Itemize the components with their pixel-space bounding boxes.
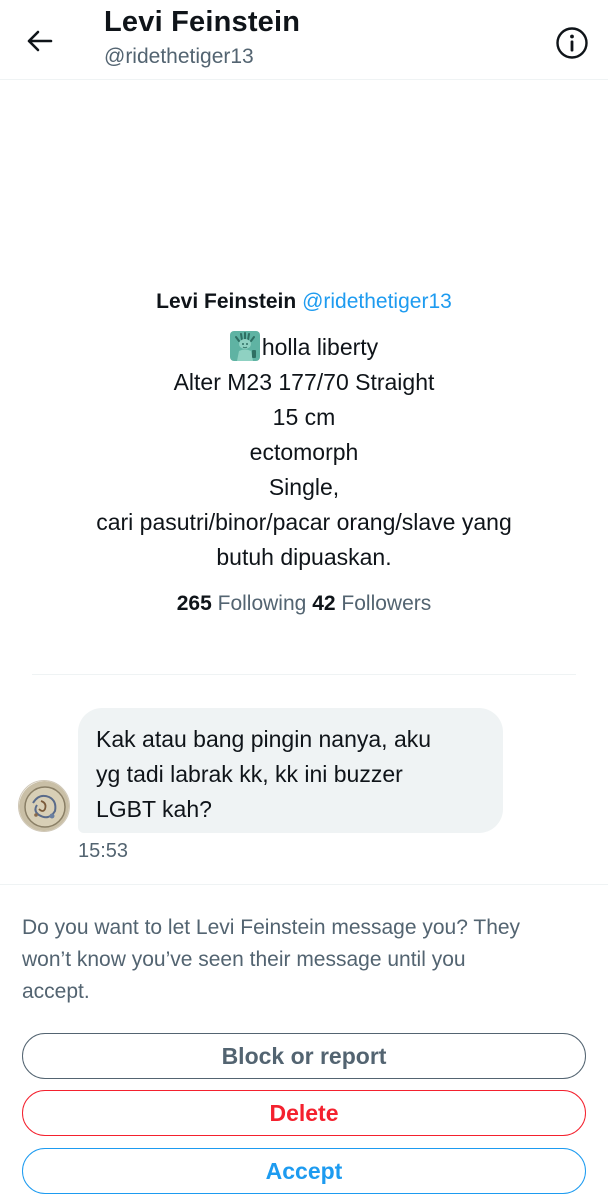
message-timestamp: 15:53	[78, 840, 129, 862]
bio-line: Alter M23 177/70 Straight	[173, 369, 435, 395]
back-button[interactable]	[22, 26, 58, 56]
bio-line: butuh dipuaskan.	[216, 544, 392, 570]
profile-bio: holla liberty Alter M23 177/70 Straight …	[0, 330, 608, 575]
message-request-prompt: Do you want to let Levi Feinstein messag…	[22, 912, 586, 1008]
avatar-image	[19, 781, 69, 831]
conversation-header: Levi Feinstein @ridethetiger13	[0, 0, 608, 80]
prompt-line: Do you want to let Levi Feinstein messag…	[22, 916, 521, 939]
message-bubble[interactable]: Kak atau bang pingin nanya, aku yg tadi …	[78, 708, 503, 833]
bio-line: Single,	[268, 474, 340, 500]
prompt-line: won’t know you’ve seen their message unt…	[22, 948, 466, 971]
info-circle-icon	[556, 27, 588, 59]
bio-text-1: holla liberty	[261, 334, 379, 360]
profile-name: Levi Feinstein	[156, 290, 297, 313]
divider	[0, 884, 608, 885]
arrow-left-icon	[27, 30, 53, 52]
message-text-line: yg tadi labrak kk, kk ini buzzer	[96, 761, 403, 787]
bio-line: 15 cm	[272, 404, 336, 430]
bio-line: cari pasutri/binor/pacar orang/slave yan…	[96, 509, 512, 535]
follow-stats: 265 Following 42 Followers	[0, 589, 608, 619]
followers-link[interactable]: 42 Followers	[312, 592, 431, 615]
following-label: Following	[217, 592, 307, 615]
message-text-line: Kak atau bang pingin nanya, aku	[96, 726, 432, 752]
delete-button[interactable]: Delete	[22, 1090, 586, 1136]
following-count: 265	[176, 592, 212, 615]
followers-count: 42	[312, 592, 336, 615]
bio-line: ectomorph	[249, 439, 359, 465]
header-title: Levi Feinstein	[104, 6, 301, 38]
sender-avatar[interactable]	[18, 780, 70, 832]
header-handle: @ridethetiger13	[104, 45, 254, 68]
following-link[interactable]: 265 Following	[177, 592, 307, 615]
info-button[interactable]	[555, 26, 589, 60]
profile-name-line[interactable]: Levi Feinstein @ridethetiger13	[0, 286, 608, 318]
block-or-report-button[interactable]: Block or report	[22, 1033, 586, 1079]
message-text-line: LGBT kah?	[96, 796, 212, 822]
profile-handle: @ridethetiger13	[302, 290, 452, 313]
prompt-line: accept.	[22, 980, 90, 1003]
profile-summary: Levi Feinstein @ridethetiger13 holla lib…	[0, 286, 608, 619]
divider	[32, 674, 576, 675]
accept-button[interactable]: Accept	[22, 1148, 586, 1194]
statue-of-liberty-icon	[229, 331, 260, 361]
bio-line: holla liberty	[0, 330, 608, 365]
followers-label: Followers	[341, 592, 432, 615]
